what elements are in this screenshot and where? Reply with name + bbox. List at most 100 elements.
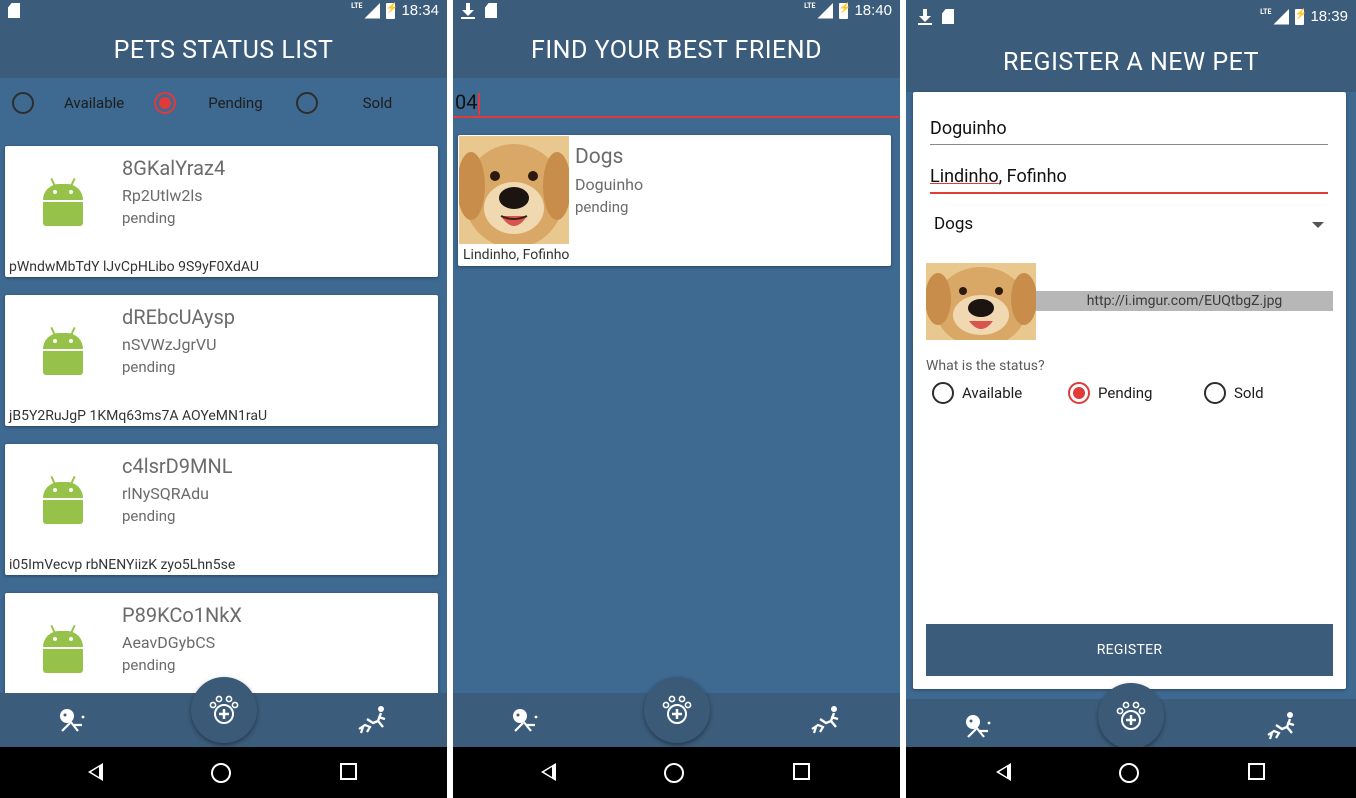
pet-status: pending xyxy=(575,198,629,216)
status-filter-group: Available Pending Sold xyxy=(0,78,447,128)
radio-label-pending: Pending xyxy=(1098,384,1153,402)
pet-card[interactable]: c4lsrD9MNL rlNySQRAdu pending i05ImVecvp… xyxy=(5,444,438,575)
pet-category: nSVWzJgrVU xyxy=(122,335,217,354)
paw-add-button[interactable] xyxy=(643,677,710,743)
paw-add-icon xyxy=(662,695,691,724)
dog-photo xyxy=(459,136,569,244)
pet-category: AeavDGybCS xyxy=(122,633,216,652)
pets-status-list-screen: LTE 18:34 PETS STATUS LIST Available Pen… xyxy=(0,0,447,798)
sd-card-icon xyxy=(485,3,497,18)
home-icon[interactable] xyxy=(211,763,231,783)
paw-add-button[interactable] xyxy=(1098,683,1164,749)
photo-url-row: http://i.imgur.com/EUQtbgZ.jpg xyxy=(926,263,1333,340)
radio-label-pending[interactable]: Pending xyxy=(208,94,262,112)
dog-walk-icon[interactable] xyxy=(1266,711,1300,741)
pet-status: pending xyxy=(122,358,176,376)
pet-name: c4lsrD9MNL xyxy=(122,454,233,478)
search-value: 04 xyxy=(455,90,478,114)
pet-name: dREbcUAysp xyxy=(122,305,235,329)
pet-category: Doguinho xyxy=(575,175,644,194)
radio-available[interactable] xyxy=(932,382,954,404)
pet-name: Dogs xyxy=(575,145,624,169)
pet-tags: Lindinho, Fofinho xyxy=(463,247,570,263)
tags-first-word: Lindinho xyxy=(930,166,999,187)
status-option-available[interactable]: Available xyxy=(932,382,1022,404)
android-icon xyxy=(40,326,86,377)
bottom-navigation xyxy=(0,677,447,747)
pet-tags: i05ImVecvp rbNENYiizK zyo5Lhn5se xyxy=(9,557,236,573)
recents-icon[interactable] xyxy=(340,763,357,780)
page-title: FIND YOUR BEST FRIEND xyxy=(453,24,900,78)
status-option-sold[interactable]: Sold xyxy=(1204,382,1264,404)
photo-url-field[interactable]: http://i.imgur.com/EUQtbgZ.jpg xyxy=(1036,291,1333,311)
recents-icon[interactable] xyxy=(1248,763,1265,780)
radio-sold[interactable] xyxy=(1204,382,1226,404)
pet-name: 8GKalYraz4 xyxy=(122,156,226,180)
status-option-pending[interactable]: Pending xyxy=(1068,382,1152,404)
dog-face-icon[interactable] xyxy=(509,705,543,735)
home-icon[interactable] xyxy=(1119,763,1139,783)
pet-card[interactable]: Dogs Doguinho pending Lindinho, Fofinho xyxy=(458,135,891,266)
battery-icon xyxy=(385,2,398,19)
dropdown-arrow-icon xyxy=(1312,222,1324,228)
bottom-navigation xyxy=(906,683,1356,753)
signal-icon xyxy=(364,2,381,19)
category-selected: Dogs xyxy=(934,214,974,234)
radio-pending[interactable] xyxy=(154,92,177,114)
paw-add-icon xyxy=(209,695,238,724)
page-title: PETS STATUS LIST xyxy=(0,24,447,78)
dog-walk-icon[interactable] xyxy=(810,705,844,735)
android-icon xyxy=(40,475,86,526)
recents-icon[interactable] xyxy=(793,763,810,780)
radio-label-available[interactable]: Available xyxy=(64,94,124,112)
status-bar: LTE 18:40 xyxy=(453,0,900,24)
radio-pending[interactable] xyxy=(1068,382,1090,404)
status-bar: LTE 18:34 xyxy=(0,0,447,24)
pet-card[interactable]: 8GKalYraz4 Rp2Utlw2ls pending pWndwMbTdY… xyxy=(5,146,438,277)
pet-status: pending xyxy=(122,656,176,674)
pet-status: pending xyxy=(122,507,176,525)
paw-add-icon xyxy=(1116,701,1146,730)
pet-tags-field[interactable]: Lindinho, Fofinho xyxy=(930,166,1328,194)
system-navigation-bar xyxy=(0,747,447,798)
dog-face-icon[interactable] xyxy=(56,705,90,735)
pet-name: P89KCo1NkX xyxy=(122,603,242,627)
radio-label-sold: Sold xyxy=(1234,384,1264,402)
signal-icon xyxy=(1273,8,1290,25)
dog-photo xyxy=(926,263,1036,340)
category-select[interactable]: Dogs xyxy=(934,214,1324,234)
register-button[interactable]: REGISTER xyxy=(926,624,1333,676)
system-navigation-bar xyxy=(453,747,900,798)
search-input[interactable]: 04 xyxy=(453,86,900,118)
dog-face-icon[interactable] xyxy=(962,711,996,741)
paw-add-button[interactable] xyxy=(190,677,257,743)
battery-icon xyxy=(838,2,851,19)
radio-label-available: Available xyxy=(962,384,1023,402)
back-icon[interactable] xyxy=(541,763,556,781)
pet-category: Rp2Utlw2ls xyxy=(122,186,203,205)
tags-rest: , Fofinho xyxy=(998,166,1067,187)
home-icon[interactable] xyxy=(664,763,684,783)
register-pet-screen: LTE 18:39 REGISTER A NEW PET Doguinho Li… xyxy=(906,0,1356,798)
back-icon[interactable] xyxy=(88,763,103,781)
download-icon xyxy=(918,9,932,25)
pet-card[interactable]: dREbcUAysp nSVWzJgrVU pending jB5Y2RuJgP… xyxy=(5,295,438,426)
sd-card-icon xyxy=(942,9,954,24)
pet-tags: pWndwMbTdY lJvCpHLibo 9S9yF0XdAU xyxy=(9,259,259,275)
pet-name-field[interactable]: Doguinho xyxy=(930,118,1328,145)
radio-available[interactable] xyxy=(12,92,34,114)
sd-card-icon xyxy=(8,3,20,18)
bottom-navigation xyxy=(453,677,900,747)
page-title: REGISTER A NEW PET xyxy=(906,30,1356,92)
back-icon[interactable] xyxy=(996,763,1011,781)
android-icon xyxy=(40,624,86,675)
radio-label-sold[interactable]: Sold xyxy=(363,94,393,112)
status-bar: LTE 18:39 xyxy=(906,0,1356,30)
download-icon xyxy=(461,3,475,19)
pet-status: pending xyxy=(122,209,176,227)
system-navigation-bar xyxy=(906,747,1356,798)
dog-walk-icon[interactable] xyxy=(357,705,391,735)
clock: 18:34 xyxy=(401,2,439,19)
radio-sold[interactable] xyxy=(295,92,318,114)
find-best-friend-screen: LTE 18:40 FIND YOUR BEST FRIEND 04 Dogs … xyxy=(453,0,900,798)
